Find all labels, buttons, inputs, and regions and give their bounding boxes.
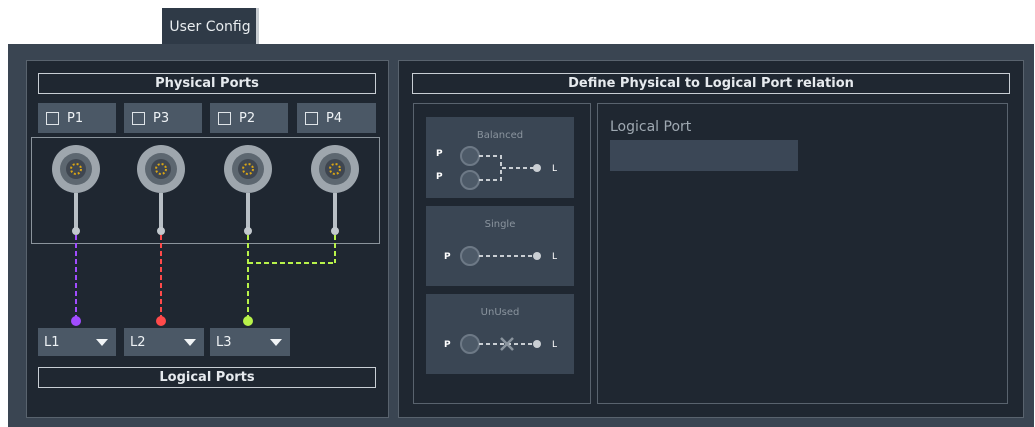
logical-port-field[interactable] bbox=[610, 140, 798, 171]
select-value: L2 bbox=[130, 334, 146, 350]
unused-mode-icon: P L bbox=[444, 334, 557, 354]
connector-p4[interactable] bbox=[311, 145, 359, 235]
connector-p1[interactable] bbox=[52, 145, 100, 235]
mode-balanced[interactable]: Balanced P P L P L bbox=[426, 117, 574, 198]
connector-p3[interactable] bbox=[137, 145, 185, 235]
svg-text:P: P bbox=[444, 340, 451, 350]
svg-text:L: L bbox=[552, 340, 557, 350]
relation-header: Define Physical to Logical Port relation bbox=[412, 73, 1010, 94]
balanced-mode-icon: P P L bbox=[436, 146, 557, 190]
chevron-down-icon[interactable] bbox=[184, 338, 196, 346]
wire-p1-l1 bbox=[71, 235, 81, 326]
svg-text:L: L bbox=[552, 164, 557, 174]
logical-port-select-3[interactable]: L3 bbox=[210, 328, 290, 356]
mode-unused[interactable]: UnUsed P L bbox=[426, 294, 574, 374]
relation-title: Define Physical to Logical Port relation bbox=[568, 76, 854, 91]
port-wiring-diagram bbox=[52, 145, 359, 326]
chevron-down-icon[interactable] bbox=[270, 338, 282, 346]
logical-ports-title: Logical Ports bbox=[159, 370, 255, 385]
mode-single[interactable]: Single P L bbox=[426, 206, 574, 286]
select-value: L1 bbox=[44, 334, 60, 350]
wire-p3-l2 bbox=[156, 235, 166, 326]
connector-p2[interactable] bbox=[224, 145, 272, 235]
logical-ports-header: Logical Ports bbox=[38, 367, 376, 388]
single-mode-icon: P L bbox=[444, 246, 557, 266]
logical-port-label: Logical Port bbox=[610, 119, 692, 135]
select-value: L3 bbox=[216, 334, 232, 350]
svg-text:P: P bbox=[436, 149, 443, 159]
logical-port-select-2[interactable]: L2 bbox=[124, 328, 204, 356]
chevron-down-icon[interactable] bbox=[96, 338, 108, 346]
svg-text:P: P bbox=[436, 172, 443, 182]
svg-text:L: L bbox=[552, 252, 557, 262]
svg-text:P: P bbox=[444, 252, 451, 262]
wire-p2-p4-l3 bbox=[243, 235, 336, 326]
logical-port-select-1[interactable]: L1 bbox=[38, 328, 116, 356]
